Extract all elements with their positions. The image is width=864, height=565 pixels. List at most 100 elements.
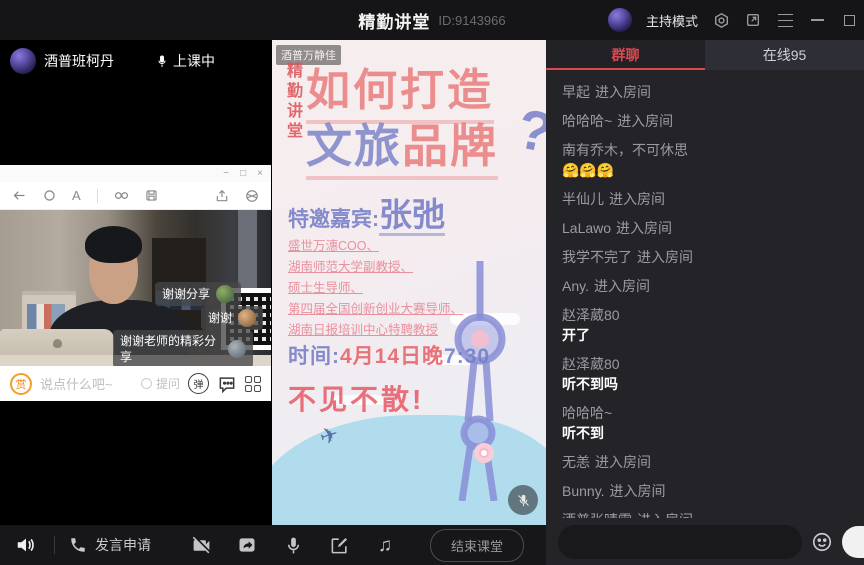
message-username: 赵泽葳80 bbox=[562, 356, 620, 372]
edit-notes-icon[interactable] bbox=[327, 533, 351, 557]
speaker-hair bbox=[85, 226, 142, 263]
app-title: 精勤讲堂 bbox=[358, 8, 430, 33]
chat-message: 半仙儿进入房间 bbox=[562, 189, 848, 209]
minimize-icon[interactable] bbox=[808, 11, 826, 29]
app-window: 精勤讲堂 ID:9143966 主持模式 bbox=[0, 0, 864, 565]
message-username: 哈哈哈~ bbox=[562, 405, 612, 421]
music-icon[interactable]: ♫ bbox=[373, 533, 397, 557]
message-text: 开了 bbox=[562, 325, 848, 345]
apps-grid-icon[interactable] bbox=[245, 376, 261, 392]
chat-message: 赵泽葳80 听不到吗 bbox=[562, 354, 848, 394]
class-status: 上课中 bbox=[156, 51, 215, 71]
chat-tabs: 群聊 在线95 bbox=[546, 40, 864, 70]
message-action: 进入房间 bbox=[617, 113, 673, 129]
message-text: 🤗🤗🤗 bbox=[562, 160, 848, 180]
message-text: 听不到 bbox=[562, 423, 848, 443]
message-action: 进入房间 bbox=[637, 249, 693, 265]
message-username: Any. bbox=[562, 278, 589, 294]
chat-message: 哈哈哈~ 进入房间 bbox=[562, 111, 848, 131]
poster-video-tile: ✈ 酒普万静佳 精勤讲堂 如何打造 文旅品牌 ? 特邀嘉宾:张弛 盛世万潓COO… bbox=[272, 40, 546, 525]
mic-off-icon bbox=[516, 493, 531, 508]
overlay-avatar bbox=[238, 309, 256, 327]
screen-share-icon[interactable] bbox=[235, 533, 259, 557]
phone-icon bbox=[69, 536, 87, 554]
shared-chat-input[interactable]: 说点什么吧~ bbox=[40, 374, 133, 393]
chat-message: 赵泽葳80 开了 bbox=[562, 305, 848, 345]
flower-art bbox=[474, 443, 494, 463]
message-text: 听不到吗 bbox=[562, 374, 848, 394]
chat-message-input[interactable] bbox=[558, 525, 802, 559]
back-arrow-icon bbox=[12, 189, 27, 202]
muted-mic-indicator bbox=[508, 485, 538, 515]
message-username: 半仙儿 bbox=[562, 191, 604, 207]
message-username: Bunny. bbox=[562, 483, 605, 499]
poster-guest: 特邀嘉宾:张弛 bbox=[288, 188, 445, 236]
popout-window-icon[interactable] bbox=[744, 11, 762, 29]
ask-question-checkbox[interactable]: 提问 bbox=[141, 375, 180, 392]
overlay-chat-bubble: 谢谢老师的精彩分享 bbox=[113, 330, 253, 366]
end-class-button[interactable]: 结束课堂 bbox=[430, 529, 524, 562]
poster-time: 时间:4月14日晚7:30 bbox=[288, 340, 490, 370]
main-area: 酒普班柯丹 上课中 − □ × A bbox=[0, 40, 864, 525]
comment-bubble-icon[interactable] bbox=[217, 374, 237, 394]
bottom-toolbar: 发言申请 ♫ 结束课堂 bbox=[0, 525, 546, 565]
toolbar-divider bbox=[97, 189, 98, 203]
microphone-icon[interactable] bbox=[281, 533, 305, 557]
message-username: 赵泽葳80 bbox=[562, 307, 620, 323]
host-avatar bbox=[10, 48, 36, 74]
titlebar: 精勤讲堂 ID:9143966 主持模式 bbox=[0, 0, 864, 40]
browser-globe-icon bbox=[245, 189, 259, 203]
overlay-chat-bubble: 谢谢分享 bbox=[155, 282, 241, 306]
chat-message: 无恙进入房间 bbox=[562, 452, 848, 472]
poster-brand-vertical: 精勤讲堂 bbox=[280, 62, 304, 142]
message-username: 无恙 bbox=[562, 454, 590, 470]
host-username: 酒普班柯丹 bbox=[44, 51, 114, 71]
message-action: 进入房间 bbox=[609, 191, 665, 207]
menu-icon[interactable] bbox=[776, 11, 794, 29]
settings-gear-icon[interactable] bbox=[712, 11, 730, 29]
chat-message: Any. 进入房间 bbox=[562, 276, 848, 296]
shared-window-chrome: − □ × bbox=[0, 165, 271, 182]
emoji-icon[interactable] bbox=[811, 531, 833, 553]
chat-message-list[interactable]: 早起进入房间 哈哈哈~进入房间 南有乔木，不可休思🤗🤗🤗 半仙儿进入房间 bbox=[546, 70, 864, 518]
link-icon bbox=[114, 190, 129, 201]
maximize-icon[interactable] bbox=[840, 11, 858, 29]
host-video-tile: 酒普班柯丹 上课中 − □ × A bbox=[0, 40, 271, 525]
radio-icon bbox=[141, 378, 152, 389]
message-username: LaLawo bbox=[562, 220, 611, 236]
poster-title-line2: 文旅品牌 bbox=[306, 110, 498, 180]
message-username: 我学不完了 bbox=[562, 249, 632, 265]
chat-message: Bunny. 进入房间 bbox=[562, 481, 848, 501]
chat-message: LaLawo进入房间 bbox=[562, 218, 848, 238]
titlebar-controls: 主持模式 bbox=[608, 0, 858, 40]
chat-panel: 群聊 在线95 早起进入房间 哈哈哈~进入房间 南有乔木，不可休思🤗🤗🤗 bbox=[546, 40, 864, 565]
poster-credentials: 盛世万潓COO、 湖南师范大学副教授、 硕士生导师、 第四届全国创新创业大赛导师… bbox=[288, 236, 463, 341]
refresh-icon bbox=[43, 189, 56, 202]
poster-question-mark: ? bbox=[512, 95, 546, 166]
speaker-volume-icon[interactable] bbox=[14, 533, 38, 557]
tab-group-chat[interactable]: 群聊 bbox=[546, 40, 705, 70]
camera-off-icon[interactable] bbox=[189, 533, 213, 557]
message-action: 进入房间 bbox=[610, 483, 666, 499]
chat-message: 早起进入房间 bbox=[562, 82, 848, 102]
reward-button[interactable]: 赏 bbox=[10, 373, 32, 395]
tab-online-list[interactable]: 在线95 bbox=[705, 40, 864, 70]
overlay-chat-bubble: 谢谢 bbox=[201, 306, 263, 330]
text-tool-icon: A bbox=[72, 188, 81, 203]
poster-closing-line: 不见不散! bbox=[288, 378, 424, 418]
mic-icon bbox=[156, 54, 168, 69]
class-status-label: 上课中 bbox=[173, 51, 215, 71]
share-icon bbox=[215, 189, 229, 203]
message-action: 进入房间 bbox=[594, 278, 650, 294]
host-mode-label[interactable]: 主持模式 bbox=[646, 11, 698, 30]
message-username: 哈哈哈~ bbox=[562, 113, 612, 129]
overlay-avatar bbox=[216, 285, 234, 303]
speak-request-button[interactable]: 发言申请 bbox=[69, 535, 151, 555]
message-action: 进入房间 bbox=[595, 84, 651, 100]
user-avatar[interactable] bbox=[608, 8, 632, 32]
shared-maximize-icon: □ bbox=[240, 169, 246, 179]
message-username: 早起 bbox=[562, 84, 590, 100]
send-button[interactable]: 发 bbox=[842, 526, 864, 558]
save-icon bbox=[145, 189, 158, 202]
danmaku-toggle[interactable]: 弹 bbox=[188, 373, 209, 394]
